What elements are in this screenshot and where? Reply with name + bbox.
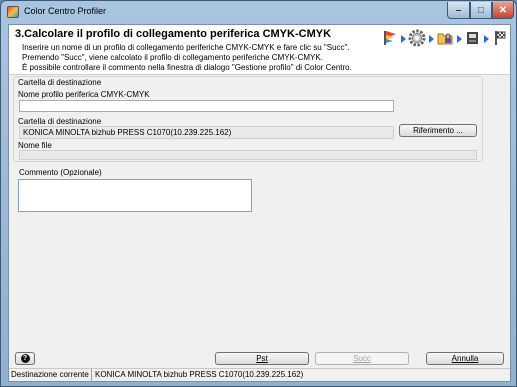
cancel-button-label: Annulla <box>451 354 479 363</box>
arrow-right-icon <box>401 35 406 43</box>
start-flag-icon <box>384 31 396 45</box>
browse-button[interactable]: Riferimento ... <box>399 124 477 137</box>
folder-lock-icon <box>437 33 453 45</box>
arrow-right-icon <box>457 35 462 43</box>
step-description: Inserire un nome di un profilo di colleg… <box>22 43 352 73</box>
dialog-client: 3.Calcolare il profilo di collegamento p… <box>8 24 511 382</box>
next-button-label: Succ <box>353 354 371 363</box>
file-name-label: Nome file <box>18 141 52 150</box>
profile-name-input[interactable] <box>19 100 394 112</box>
comment-label: Commento (Opzionale) <box>19 168 102 177</box>
description-line: Inserire un nome di un profilo di colleg… <box>22 43 350 52</box>
description-line: Premendo "Succ", viene calcolato il prof… <box>22 53 323 62</box>
finish-flag-icon <box>495 31 506 45</box>
status-divider <box>91 369 92 381</box>
app-window: Color Centro Profiler – □ ✕ 3.Calcolare … <box>0 0 517 387</box>
destination-group-label: Cartella di destinazione <box>18 78 102 87</box>
description-line: È possibile controllare il commento nell… <box>22 63 352 72</box>
profile-name-label: Nome profilo periferica CMYK-CMYK <box>18 90 150 99</box>
window-title: Color Centro Profiler <box>24 6 107 16</box>
close-button[interactable]: ✕ <box>492 2 514 19</box>
status-bar: Destinazione corrente KONICA MINOLTA biz… <box>9 368 510 381</box>
printer-icon <box>467 32 478 44</box>
folder-field: KONICA MINOLTA bizhub PRESS C1070(10.239… <box>19 126 394 139</box>
destination-group: Cartella di destinazione Nome profilo pe… <box>13 76 483 162</box>
comment-textarea[interactable] <box>18 179 252 212</box>
file-name-field <box>19 150 477 160</box>
next-button[interactable]: Succ <box>315 352 409 365</box>
wizard-steps <box>379 27 509 51</box>
previous-button[interactable]: Pst <box>215 352 309 365</box>
wizard-header: 3.Calcolare il profilo di collegamento p… <box>9 25 510 75</box>
cancel-button[interactable]: Annulla <box>426 352 504 365</box>
gear-icon <box>408 29 426 47</box>
help-button[interactable]: ? <box>15 352 35 365</box>
arrow-right-icon <box>484 35 489 43</box>
arrow-right-icon <box>429 35 434 43</box>
maximize-button[interactable]: □ <box>470 2 492 19</box>
previous-button-label: Pst <box>256 354 268 363</box>
title-bar[interactable]: Color Centro Profiler – □ ✕ <box>1 1 516 23</box>
folder-label: Cartella di destinazione <box>18 117 102 126</box>
step-title: 3.Calcolare il profilo di collegamento p… <box>15 28 332 40</box>
status-label: Destinazione corrente <box>11 370 89 379</box>
app-logo-icon <box>7 6 19 18</box>
minimize-button[interactable]: – <box>447 2 470 19</box>
help-icon: ? <box>20 354 30 363</box>
status-value: KONICA MINOLTA bizhub PRESS C1070(10.239… <box>95 370 304 379</box>
